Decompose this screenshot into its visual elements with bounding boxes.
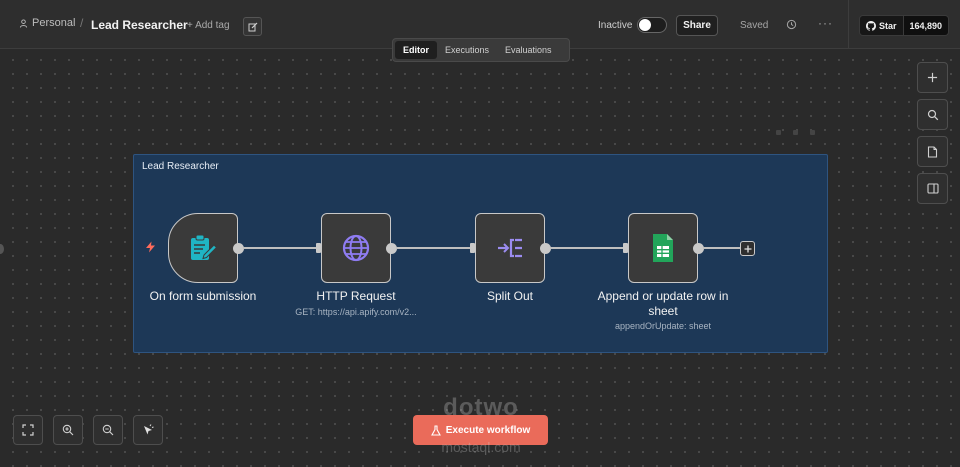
header-divider bbox=[848, 0, 849, 49]
node-label: HTTP Request bbox=[316, 289, 396, 303]
plus-icon bbox=[927, 72, 938, 83]
node-on-form-submission[interactable] bbox=[168, 213, 238, 283]
toggle-knob bbox=[639, 19, 651, 31]
breadcrumb-personal-label: Personal bbox=[32, 17, 76, 29]
search-icon bbox=[927, 109, 938, 120]
breadcrumb-separator: / bbox=[80, 16, 84, 30]
toggle-panel-button[interactable] bbox=[917, 173, 948, 204]
add-sticky-note-button[interactable] bbox=[917, 136, 948, 167]
fit-view-button[interactable] bbox=[13, 415, 43, 445]
zoom-in-icon bbox=[62, 424, 74, 436]
group-title: Lead Researcher bbox=[142, 161, 219, 172]
split-out-icon bbox=[498, 238, 522, 258]
tab-executions[interactable]: Executions bbox=[437, 41, 497, 59]
node-label-line2: sheet bbox=[648, 304, 678, 318]
active-toggle[interactable] bbox=[637, 17, 667, 33]
node-http-request[interactable] bbox=[321, 213, 391, 283]
node-google-sheets[interactable] bbox=[628, 213, 698, 283]
form-icon bbox=[191, 234, 218, 260]
execute-workflow-label: Execute workflow bbox=[445, 424, 531, 436]
node-label-line1: Append or update row in bbox=[597, 289, 729, 303]
zoom-in-button[interactable] bbox=[53, 415, 83, 445]
saved-status: Saved bbox=[740, 20, 769, 31]
node-split-out[interactable] bbox=[475, 213, 545, 283]
edit-icon bbox=[248, 22, 257, 31]
search-nodes-button[interactable] bbox=[917, 99, 948, 130]
plus-icon bbox=[744, 245, 751, 252]
google-sheets-icon bbox=[653, 234, 673, 262]
active-status-label: Inactive bbox=[598, 20, 633, 31]
add-next-node-button[interactable] bbox=[740, 241, 755, 256]
tab-editor[interactable]: Editor bbox=[395, 41, 437, 59]
github-icon bbox=[866, 20, 876, 31]
connection-edge[interactable] bbox=[396, 247, 470, 249]
panel-icon bbox=[926, 183, 939, 194]
github-star-label: Star bbox=[879, 20, 897, 31]
edit-description-button[interactable] bbox=[243, 17, 262, 36]
connection-edge[interactable] bbox=[550, 247, 623, 249]
user-icon bbox=[19, 18, 28, 28]
zoom-out-button[interactable] bbox=[93, 415, 123, 445]
tidy-up-button[interactable] bbox=[133, 415, 163, 445]
connection-edge[interactable] bbox=[243, 247, 316, 249]
github-star-button[interactable]: Star 164,890 bbox=[859, 15, 950, 36]
execute-workflow-button[interactable]: Execute workflow bbox=[413, 415, 548, 445]
canvas-decoration bbox=[776, 130, 815, 135]
tidy-up-icon bbox=[144, 424, 154, 435]
more-options-icon[interactable]: ··· bbox=[818, 16, 833, 30]
note-icon bbox=[927, 145, 938, 158]
add-node-button[interactable] bbox=[917, 62, 948, 93]
tab-evaluations[interactable]: Evaluations bbox=[497, 41, 560, 59]
breadcrumb-personal[interactable]: Personal bbox=[19, 17, 75, 29]
workflow-title[interactable]: Lead Researcher bbox=[91, 18, 188, 32]
view-tabs: Editor Executions Evaluations bbox=[392, 38, 570, 62]
history-icon[interactable] bbox=[786, 19, 797, 30]
globe-icon bbox=[342, 234, 370, 262]
node-subtitle: GET: https://api.apify.com/v2... bbox=[295, 307, 417, 317]
connection-edge bbox=[703, 247, 740, 249]
github-star-count: 164,890 bbox=[902, 16, 949, 35]
github-star: Star bbox=[860, 16, 903, 35]
flask-icon bbox=[430, 424, 441, 436]
share-button[interactable]: Share bbox=[676, 15, 718, 36]
node-subtitle: appendOrUpdate: sheet bbox=[614, 321, 712, 331]
node-label: Append or update row in sheet bbox=[573, 289, 753, 319]
fit-view-icon bbox=[22, 424, 34, 436]
zoom-out-icon bbox=[102, 424, 114, 436]
add-tag-link[interactable]: + Add tag bbox=[187, 20, 230, 31]
trigger-bolt-icon bbox=[146, 241, 155, 253]
